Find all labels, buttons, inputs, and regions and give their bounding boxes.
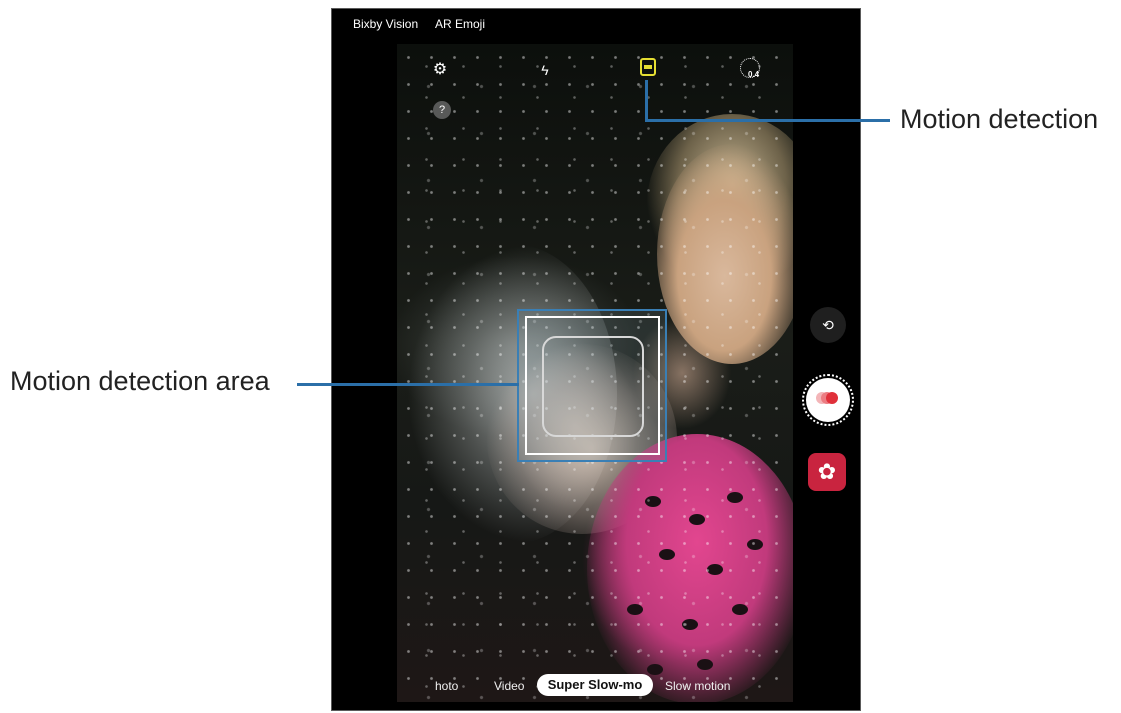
record-dot-icon: [826, 392, 838, 404]
detection-frame-inner: [542, 336, 644, 437]
motion-detection-icon[interactable]: [640, 58, 656, 76]
gallery-flower-icon[interactable]: ✿: [808, 453, 846, 491]
motion-detection-area-callout: Motion detection area: [10, 366, 270, 396]
mode-slow-motion[interactable]: Slow motion: [665, 679, 730, 693]
mode-photo[interactable]: hoto: [435, 679, 458, 693]
flash-off-icon[interactable]: ϟ: [535, 60, 555, 80]
mode-video[interactable]: Video: [494, 679, 524, 693]
timer-value: 0.4: [748, 70, 760, 79]
ar-emoji-tab[interactable]: AR Emoji: [435, 17, 485, 31]
callout-line-vertical: [645, 80, 648, 121]
switch-camera-button[interactable]: ⟲: [810, 307, 846, 343]
bixby-vision-tab[interactable]: Bixby Vision: [353, 17, 418, 31]
mode-super-slow-mo[interactable]: Super Slow-mo: [537, 674, 653, 696]
gear-icon[interactable]: ⚙: [430, 60, 450, 80]
help-icon[interactable]: ?: [433, 101, 451, 119]
motion-detection-callout: Motion detection: [900, 104, 1099, 134]
callout-line-horizontal: [645, 119, 890, 122]
callout-line-area: [297, 383, 519, 386]
